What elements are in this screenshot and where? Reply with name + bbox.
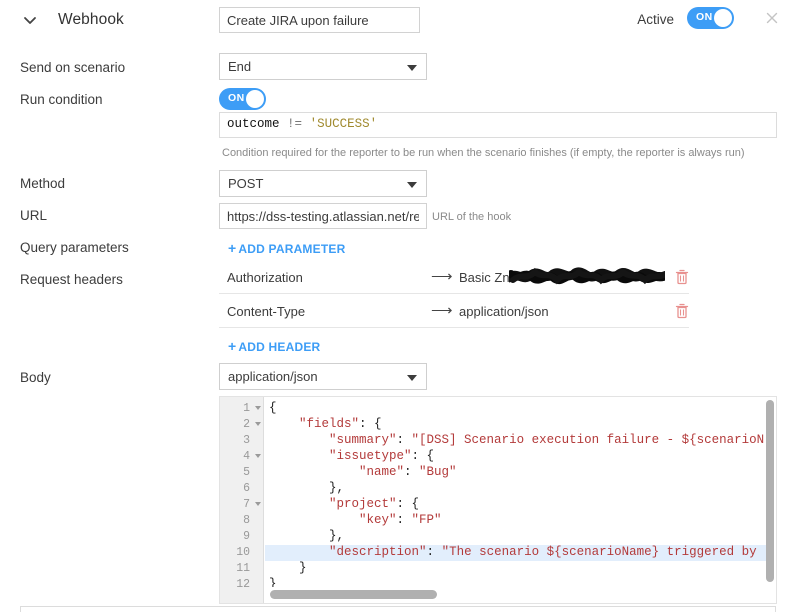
line-number-text: 8 <box>243 514 250 527</box>
header-value: application/json <box>459 304 549 319</box>
url-input[interactable] <box>219 203 427 229</box>
fold-triangle-icon[interactable] <box>255 502 261 506</box>
editor-line-number: 3 <box>220 433 264 449</box>
chevron-down-icon[interactable] <box>22 12 38 28</box>
reporter-name-input[interactable] <box>219 7 420 33</box>
trash-icon[interactable] <box>675 269 689 285</box>
run-condition-toggle-knob <box>246 90 264 108</box>
chevron-down-icon <box>407 375 417 381</box>
line-number-text: 4 <box>243 450 250 463</box>
editor-code-line[interactable]: "description": "The scenario ${scenarioN… <box>265 545 768 561</box>
next-section-panel <box>20 606 776 612</box>
editor-line-number: 11 <box>220 561 264 577</box>
table-row: Authorization ⟶ Basic ZnJ <box>219 263 689 294</box>
fold-triangle-icon[interactable] <box>255 422 261 426</box>
editor-code-line[interactable]: "summary": "[DSS] Scenario execution fai… <box>265 433 768 449</box>
active-label: Active <box>637 12 674 27</box>
condition-string-literal: 'SUCCESS' <box>309 117 378 131</box>
add-parameter-label: ADD PARAMETER <box>238 242 346 256</box>
condition-identifier: outcome <box>227 117 280 131</box>
run-condition-expression-input[interactable]: outcome != 'SUCCESS' <box>219 112 777 138</box>
body-label: Body <box>20 370 51 385</box>
editor-code-line[interactable]: "fields": { <box>265 417 768 433</box>
table-row: Content-Type ⟶ application/json <box>219 297 689 328</box>
line-number-text: 11 <box>236 562 250 575</box>
chevron-down-icon <box>407 65 417 71</box>
line-number-text: 12 <box>236 578 250 591</box>
fold-triangle-icon[interactable] <box>255 454 261 458</box>
editor-code-line[interactable]: } <box>265 577 768 587</box>
body-content-type-select[interactable]: application/json <box>219 363 427 390</box>
active-toggle[interactable]: ON <box>687 7 734 29</box>
editor-line-number: 4 <box>220 449 264 465</box>
webhook-reporter-panel: Webhook Active ON Send on scenario End R… <box>0 0 786 612</box>
chevron-down-icon <box>407 182 417 188</box>
body-code-editor[interactable]: 1 2 3 4 5 6 7 8 9 10 11 12 { "fields": { "summary":… <box>219 396 777 604</box>
active-toggle-label: ON <box>696 11 713 23</box>
header-key: Authorization <box>227 270 303 285</box>
line-number-text: 7 <box>243 498 250 511</box>
condition-operator: != <box>287 117 303 131</box>
add-header-button[interactable]: + ADD HEADER <box>228 338 320 354</box>
editor-code-line[interactable]: { <box>265 401 768 417</box>
close-icon[interactable] <box>764 10 780 26</box>
editor-line-number: 10 <box>220 545 264 561</box>
editor-code-area[interactable]: { "fields": { "summary": "[DSS] Scenario… <box>265 397 768 587</box>
line-number-text: 3 <box>243 434 250 447</box>
arrow-right-icon: ⟶ <box>431 302 453 319</box>
method-select[interactable]: POST <box>219 170 427 197</box>
send-on-scenario-label: Send on scenario <box>20 60 126 75</box>
editor-line-number: 9 <box>220 529 264 545</box>
line-number-text: 10 <box>236 546 250 559</box>
editor-code-line[interactable]: "key": "FP" <box>265 513 768 529</box>
editor-gutter: 1 2 3 4 5 6 7 8 9 10 11 12 <box>220 397 264 603</box>
editor-code-line[interactable]: }, <box>265 481 768 497</box>
editor-code-line[interactable]: "issuetype": { <box>265 449 768 465</box>
editor-line-number: 5 <box>220 465 264 481</box>
editor-line-number: 1 <box>220 401 264 417</box>
header-key: Content-Type <box>227 304 306 319</box>
editor-code-line[interactable]: }, <box>265 529 768 545</box>
editor-line-number: 6 <box>220 481 264 497</box>
plus-icon: + <box>228 338 237 354</box>
send-on-scenario-value: End <box>228 59 252 74</box>
add-header-label: ADD HEADER <box>238 340 321 354</box>
page-title: Webhook <box>58 11 124 28</box>
line-number-text: 6 <box>243 482 250 495</box>
redaction-scribble <box>509 266 665 286</box>
line-number-text: 2 <box>243 418 250 431</box>
url-helper-text: URL of the hook <box>432 211 512 223</box>
editor-line-number: 12 <box>220 577 264 593</box>
body-content-type-value: application/json <box>228 369 318 384</box>
request-headers-label: Request headers <box>20 272 123 287</box>
editor-vertical-scrollbar[interactable] <box>766 400 774 582</box>
editor-code-line[interactable]: "project": { <box>265 497 768 513</box>
editor-line-number: 8 <box>220 513 264 529</box>
fold-triangle-icon[interactable] <box>255 406 261 410</box>
trash-icon[interactable] <box>675 303 689 319</box>
run-condition-label: Run condition <box>20 92 103 107</box>
method-label: Method <box>20 176 66 191</box>
run-condition-helper-text: Condition required for the reporter to b… <box>222 147 745 159</box>
line-number-text: 5 <box>243 466 250 479</box>
add-parameter-button[interactable]: + ADD PARAMETER <box>228 240 345 256</box>
editor-line-number: 7 <box>220 497 264 513</box>
editor-code-line[interactable]: "name": "Bug" <box>265 465 768 481</box>
line-number-text: 1 <box>243 402 250 415</box>
run-condition-toggle[interactable]: ON <box>219 88 266 110</box>
url-label: URL <box>20 208 48 223</box>
method-value: POST <box>228 176 264 191</box>
arrow-right-icon: ⟶ <box>431 268 453 285</box>
active-toggle-knob <box>714 9 732 27</box>
line-number-text: 9 <box>243 530 250 543</box>
plus-icon: + <box>228 240 237 256</box>
send-on-scenario-select[interactable]: End <box>219 53 427 80</box>
editor-horizontal-scrollbar[interactable] <box>270 590 437 599</box>
query-parameters-label: Query parameters <box>20 240 129 255</box>
run-condition-toggle-label: ON <box>228 92 245 104</box>
editor-code-line[interactable]: } <box>265 561 768 577</box>
editor-line-number: 2 <box>220 417 264 433</box>
header-value: Basic ZnJ <box>459 270 517 285</box>
